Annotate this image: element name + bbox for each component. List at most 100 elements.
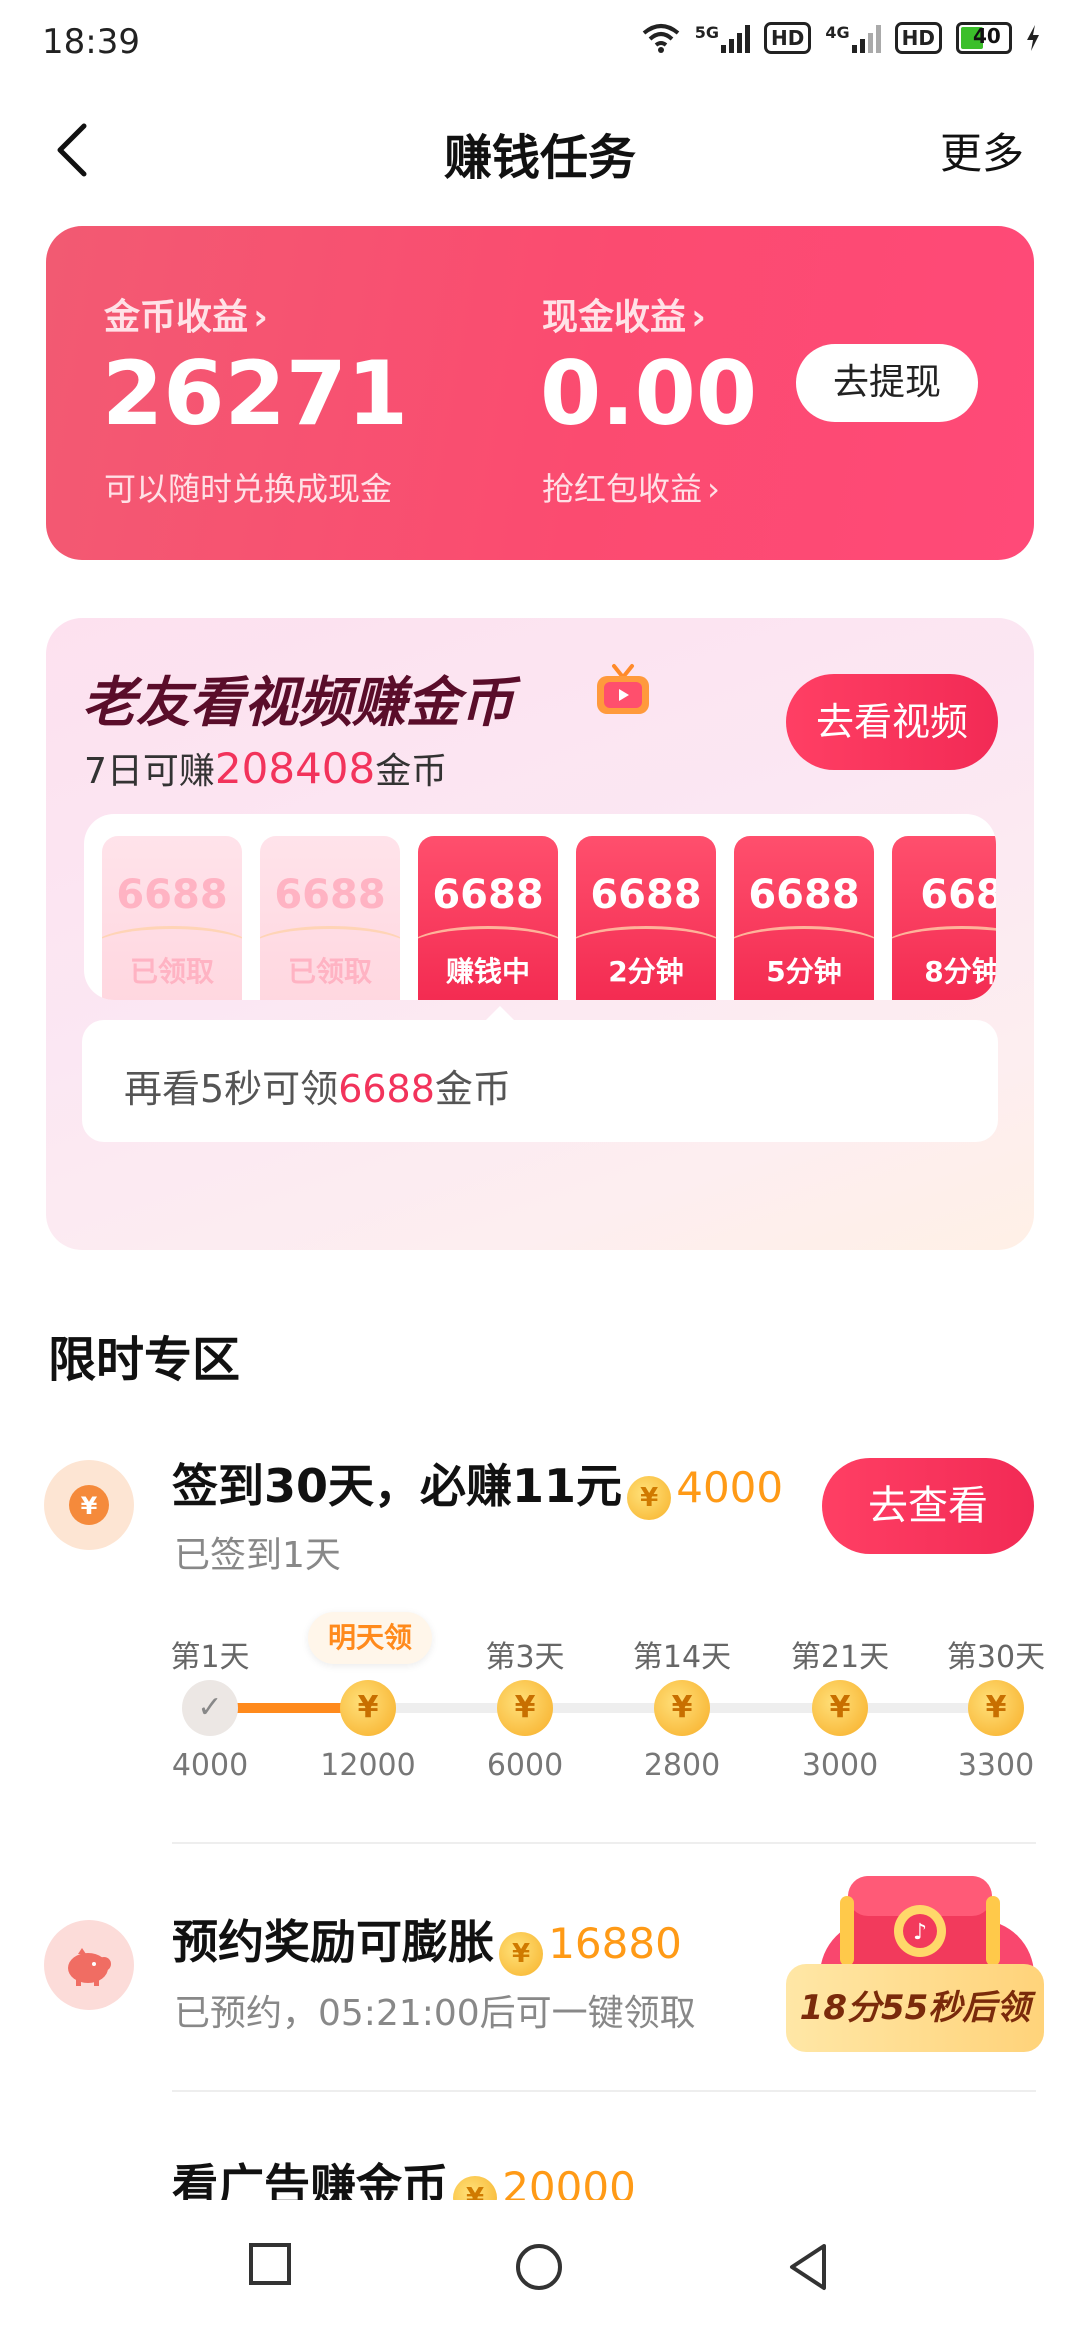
cash-earnings-label: 现金收益	[542, 297, 687, 338]
reserve-subtitle: 已预约，05:21:00后可一键领取	[174, 1993, 696, 2034]
view-checkin-button[interactable]: 去查看	[822, 1458, 1034, 1554]
tomorrow-badge: 明天领	[308, 1612, 432, 1664]
reserve-title: 预约奖励可膨胀	[172, 1915, 494, 1969]
reward-card-status: 已领取	[287, 955, 372, 988]
piggy-bank-icon	[44, 1920, 134, 2010]
hd-badge: HD	[764, 22, 812, 54]
reward-card: 668 8分钟	[892, 836, 996, 1000]
day-label: 第30天	[946, 1640, 1046, 1675]
chest-countdown[interactable]: 18分55秒后领	[786, 1964, 1044, 2052]
hd-badge: HD	[894, 22, 942, 54]
charging-icon	[1027, 25, 1039, 51]
video-task-title: 老友看视频赚金币	[82, 671, 514, 734]
signal-4g-icon: 4G	[825, 23, 881, 53]
back-icon[interactable]	[786, 2242, 830, 2292]
reward-card: 6688 5分钟	[734, 836, 874, 1000]
watch-video-button[interactable]: 去看视频	[786, 674, 998, 770]
coin-earnings-sub: 可以随时兑换成现金	[104, 470, 393, 508]
coin-earnings-value: 26271	[102, 342, 409, 445]
earnings-card: 金币收益 › 26271 可以随时兑换成现金 现金收益 › 0.00 抢红包收益…	[46, 226, 1034, 560]
chevron-right-icon: ›	[253, 297, 268, 338]
coin-earnings-label: 金币收益	[104, 297, 249, 338]
hint-amount: 6688	[338, 1067, 435, 1111]
reserve-title-row: 预约奖励可膨胀 ¥ 16880	[172, 1906, 682, 1976]
red-packet-earnings-link[interactable]: 抢红包收益 ›	[542, 464, 720, 510]
day-label: 第21天	[790, 1640, 890, 1675]
battery-icon: 40	[956, 22, 1012, 54]
reward-card-status: 赚钱中	[445, 955, 530, 988]
signal-5g-icon: 5G	[694, 23, 751, 53]
reward-card-status: 5分钟	[766, 955, 842, 988]
video-hint-text: 再看5秒可领6688金币	[124, 1058, 511, 1113]
status-icons: 5G HD 4G HD 40	[641, 22, 1040, 54]
gold-coin-icon: ¥	[812, 1680, 868, 1736]
day-reward: 4000	[171, 1748, 249, 1783]
gold-coin-icon: ¥	[497, 1680, 553, 1736]
more-button[interactable]: 更多	[940, 120, 1024, 181]
network-type-label: 5G	[694, 23, 720, 42]
reward-card: 6688 已领取	[260, 836, 400, 1000]
day-reward: 12000	[320, 1748, 416, 1783]
video-hint-box: 再看5秒可领6688金币	[82, 1020, 998, 1142]
day-reward: 2800	[643, 1748, 721, 1783]
reward-card-amount: 6688	[748, 872, 860, 918]
reward-card-amount: 6688	[274, 872, 386, 918]
reward-card-status: 8分钟	[924, 955, 996, 988]
gold-coin-icon: ¥	[340, 1680, 396, 1736]
divider	[172, 2090, 1036, 2092]
reward-card-strip[interactable]: 6688 已领取 6688 已领取 6688 赚钱中 6688 2分钟 6688…	[84, 814, 996, 1000]
video-task-subtitle: 7日可赚208408金币	[84, 742, 447, 794]
system-nav-bar	[0, 2200, 1080, 2340]
recent-apps-icon[interactable]	[248, 2242, 292, 2286]
hint-suffix: 金币	[434, 1067, 511, 1111]
reward-card-current: 6688 赚钱中	[418, 836, 558, 1000]
reward-card-amount: 6688	[116, 872, 228, 918]
hint-prefix: 再看5秒可领	[124, 1067, 339, 1111]
checkin-subtitle: 已签到1天	[174, 1535, 341, 1576]
coin-earnings-link[interactable]: 金币收益 ›	[104, 288, 268, 340]
wifi-icon	[642, 24, 680, 53]
checkin-coins: 4000	[676, 1463, 784, 1512]
day-label: 第14天	[632, 1640, 732, 1675]
gold-coin-icon: ¥	[654, 1680, 710, 1736]
status-bar: 18:39 5G HD 4G HD 40	[0, 0, 1080, 90]
day-reward: 3000	[801, 1748, 879, 1783]
gold-coin-icon: ¥	[499, 1931, 544, 1976]
battery-level: 40	[973, 24, 1001, 48]
reserve-coins: 16880	[548, 1919, 682, 1968]
video-sub-prefix: 7日可赚	[84, 751, 215, 792]
video-sub-amount: 208408	[214, 744, 376, 793]
cash-earnings-link[interactable]: 现金收益 ›	[542, 288, 706, 340]
reward-card-status: 2分钟	[608, 955, 684, 988]
network-type-label: 4G	[825, 23, 850, 42]
chevron-right-icon: ›	[691, 297, 706, 338]
chevron-right-icon: ›	[707, 470, 720, 508]
yuan-coin-icon: ¥	[44, 1460, 134, 1550]
tv-icon	[597, 664, 649, 714]
gold-coin-icon: ¥	[968, 1680, 1024, 1736]
video-sub-suffix: 金币	[375, 751, 448, 792]
page-title: 赚钱任务	[443, 130, 636, 186]
day-label: 第1天	[170, 1640, 250, 1675]
reward-card-amount: 6688	[432, 872, 544, 918]
reward-card-status: 已领取	[129, 955, 214, 988]
day-reward: 3300	[957, 1748, 1035, 1783]
day-reward: 6000	[486, 1748, 564, 1783]
checkin-title-row: 签到30天，必赚11元 ¥ 4000	[172, 1450, 783, 1520]
day-label: 第3天	[485, 1640, 565, 1675]
video-task-card: 老友看视频赚金币 7日可赚208408金币 去看视频 6688 已领取 6688…	[46, 618, 1034, 1250]
svg-text:♪: ♪	[913, 1920, 927, 1945]
reward-card: 6688 2分钟	[576, 836, 716, 1000]
reward-card-amount: 668	[920, 872, 996, 918]
reward-card: 6688 已领取	[102, 836, 242, 1000]
svg-text:¥: ¥	[81, 1492, 98, 1520]
status-time: 18:39	[42, 22, 140, 62]
check-icon: ✓	[182, 1680, 238, 1736]
reward-card-amount: 6688	[590, 872, 702, 918]
section-title: 限时专区	[48, 1332, 241, 1388]
home-icon[interactable]	[514, 2242, 564, 2292]
cash-earnings-value: 0.00	[540, 342, 758, 445]
checkin-title: 签到30天，必赚11元	[172, 1459, 623, 1513]
gold-coin-icon: ¥	[627, 1475, 672, 1520]
withdraw-button[interactable]: 去提现	[796, 344, 978, 422]
